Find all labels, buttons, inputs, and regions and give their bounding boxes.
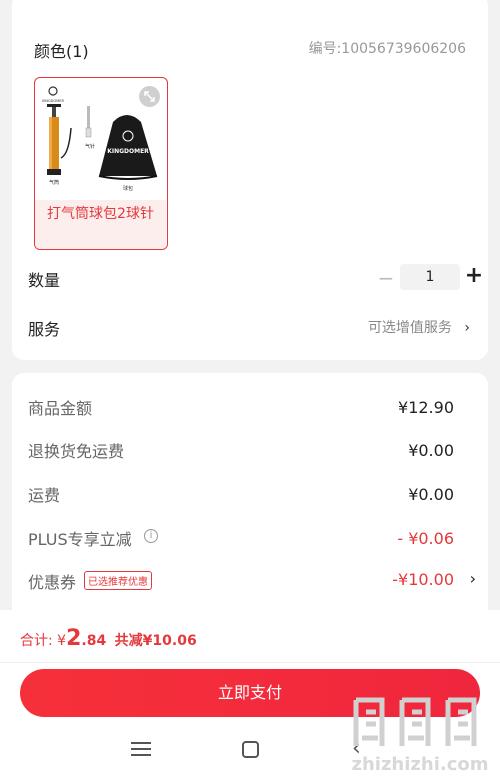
color-title: 颜色(1) [34,42,89,61]
total-decimal: .84 [81,633,107,649]
service-option-link[interactable]: 可选增值服务 › [368,317,470,337]
product-options-card: 颜色(1) 编号:10056739606206 KINGDOMER 气筒 气针 … [12,0,488,360]
fee-label-goods: 商品金额 [28,399,93,418]
home-icon[interactable] [242,741,259,758]
menu-icon[interactable] [131,742,151,760]
fee-value-coupon[interactable]: -¥10.00 [392,570,454,589]
fee-label-shipping: 运费 [28,486,61,505]
fee-breakdown-card: 商品金额 ¥12.90 退换货免运费 ¥0.00 运费 ¥0.00 PLUS专享… [12,373,488,623]
bag-brand-label: KINGDOMER [107,148,149,155]
fee-label-coupon: 优惠券 [28,573,77,592]
brand-logo-icon: KINGDOMER [42,86,64,103]
chevron-right-icon[interactable]: › [470,569,476,588]
coupon-recommended-badge: 已选推荐优惠 [84,571,152,590]
watermark-text: zhizhizhi.com [351,754,488,775]
fee-value-shipping: ¥0.00 [408,485,454,504]
quantity-input[interactable]: 1 [400,264,460,290]
fee-label-return-shipping: 退换货免运费 [28,442,125,461]
quantity-label: 数量 [28,271,61,290]
watermark-logo: zhizhizhi.com [346,690,494,776]
quantity-increase-button[interactable]: + [464,263,484,288]
sku-number: 编号:10056739606206 [308,41,466,57]
variant-option-selected[interactable]: KINGDOMER 气筒 气针 KINGDOMER 球包 打气筒球包2球针 [34,77,168,250]
fee-value-return-shipping: ¥0.00 [408,441,454,460]
needle-label: 气针 [85,143,95,150]
divider [0,662,500,663]
variant-caption: 打气筒球包2球针 [35,200,166,249]
order-total: 合计: ¥2.84 共减¥10.06 [20,626,197,651]
info-icon[interactable]: i [144,529,158,543]
service-value-text: 可选增值服务 [367,320,452,336]
fee-value-plus-discount: - ¥0.06 [397,529,454,548]
total-saved: 共减¥10.06 [114,633,197,649]
total-prefix: 合计: ¥ [20,633,67,649]
pump-label: 气筒 [49,179,59,186]
brand-logo-label: KINGDOMER [42,99,64,103]
bag-icon: KINGDOMER 球包 [98,115,158,192]
expand-icon[interactable] [139,86,160,107]
quantity-decrease-button[interactable]: − [376,266,396,290]
bag-label: 球包 [123,185,133,192]
total-integer: 2 [66,626,82,651]
pump-icon: 气筒 [47,104,72,186]
fee-value-goods: ¥12.90 [398,398,454,417]
needle-icon: 气针 [85,106,95,150]
service-label: 服务 [28,320,61,339]
chevron-right-icon: › [464,320,470,336]
fee-label-plus-discount: PLUS专享立减 [28,530,132,549]
